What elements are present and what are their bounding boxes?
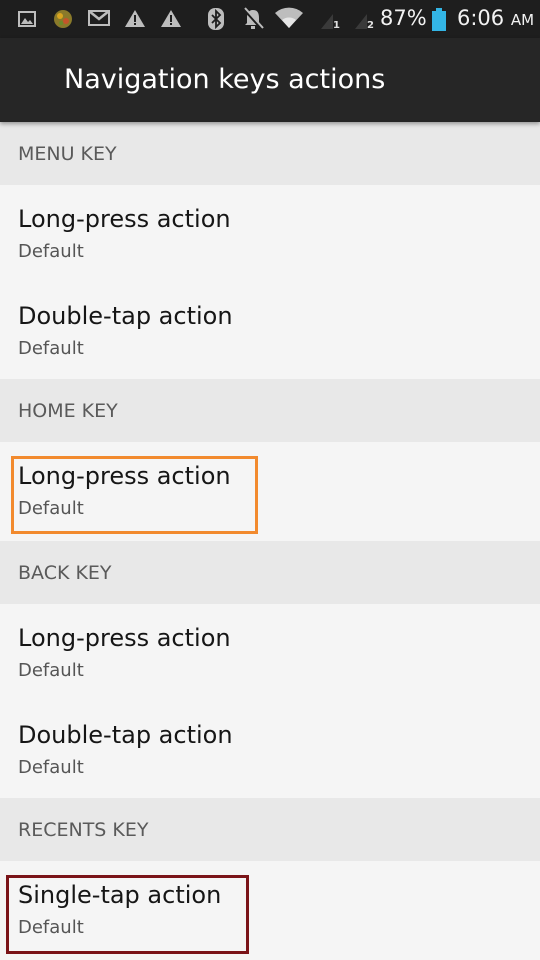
wifi-icon [275, 7, 303, 28]
pref-summary: Default [18, 498, 84, 519]
menu-key-double-tap-item[interactable]: Double-tap action Default [0, 282, 540, 379]
pref-title: Long-press action [18, 624, 231, 652]
clock: 6:06 AM [457, 6, 534, 30]
signal-icon [321, 14, 333, 29]
pref-title: Double-tap action [18, 302, 233, 330]
pref-summary: Default [18, 917, 84, 938]
pref-title: Double-tap action [18, 721, 233, 749]
menu-key-long-press-item[interactable]: Long-press action Default [0, 185, 540, 282]
battery-icon [432, 8, 446, 31]
back-key-double-tap-item[interactable]: Double-tap action Default [0, 701, 540, 798]
warning-icon [125, 10, 145, 27]
gmail-icon [88, 10, 110, 26]
sim1-label: 1 [333, 20, 340, 31]
pref-summary: Default [18, 660, 84, 681]
pref-title: Long-press action [18, 205, 231, 233]
status-bar: 1 2 87% 6:06 AM [0, 0, 540, 38]
section-header-recents-key: RECENTS KEY [0, 798, 540, 861]
pref-summary: Default [18, 757, 84, 778]
clock-time: 6:06 [457, 6, 505, 30]
section-header-home-key: HOME KEY [0, 379, 540, 442]
pref-title: Single-tap action [18, 881, 222, 909]
battery-percent: 87% [380, 6, 427, 30]
pref-summary: Default [18, 241, 84, 262]
bluetooth-icon [208, 8, 224, 30]
back-key-long-press-item[interactable]: Long-press action Default [0, 604, 540, 701]
app-bar: Navigation keys actions [0, 38, 540, 122]
clock-ampm: AM [510, 11, 535, 29]
pref-title: Long-press action [18, 462, 231, 490]
image-icon [18, 11, 36, 27]
signal-icon [355, 14, 367, 29]
pref-summary: Default [18, 338, 84, 359]
section-header-menu-key: MENU KEY [0, 122, 540, 185]
home-key-long-press-item[interactable]: Long-press action Default [0, 442, 540, 541]
warning-icon [161, 10, 181, 27]
settings-list: MENU KEY Long-press action Default Doubl… [0, 122, 540, 958]
section-header-back-key: BACK KEY [0, 541, 540, 604]
notifications-off-icon [242, 7, 264, 31]
recents-key-single-tap-item[interactable]: Single-tap action Default [0, 861, 540, 958]
page-title: Navigation keys actions [64, 64, 386, 95]
app-icon [54, 10, 72, 28]
sim2-label: 2 [367, 20, 374, 31]
